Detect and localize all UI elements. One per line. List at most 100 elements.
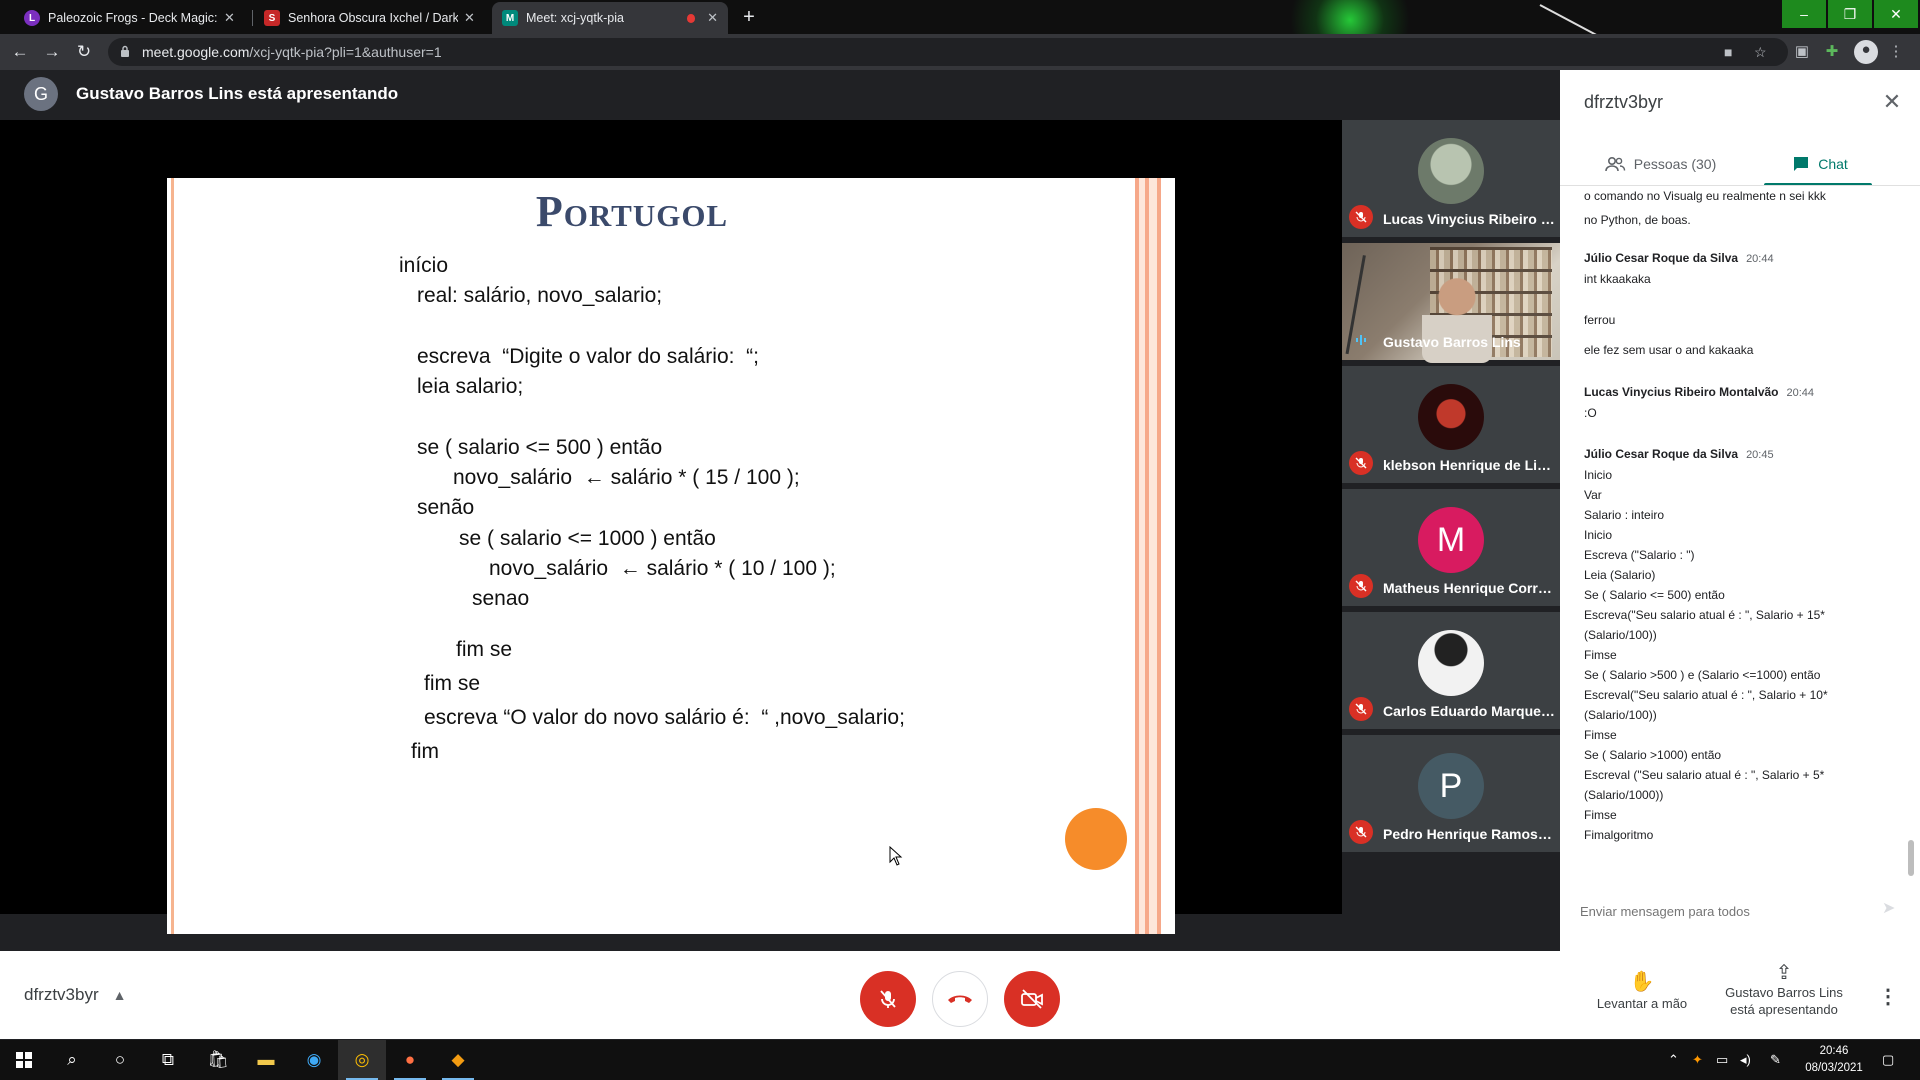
cortana-icon[interactable]: ○	[96, 1040, 144, 1080]
tray-chevron-up-icon[interactable]: ⌃	[1668, 1052, 1679, 1068]
system-clock[interactable]: 20:46 08/03/2021	[1800, 1043, 1868, 1077]
camera-blocked-icon[interactable]: ■	[1724, 44, 1732, 60]
meet-window: G Gustavo Barros Lins está apresentando …	[0, 70, 1920, 951]
meeting-controls-bar: dfrztv3byr ▲ ✋ Levantar a mão ⇪ Gustavo …	[0, 951, 1920, 1039]
leave-call-button[interactable]	[932, 971, 988, 1027]
mic-muted-icon	[1349, 451, 1373, 475]
recording-dot-icon	[686, 13, 696, 23]
chat-time: 20:45	[1746, 449, 1774, 461]
camera-toggle-button[interactable]	[1004, 971, 1060, 1027]
close-tab-icon[interactable]: ✕	[707, 10, 718, 26]
close-window-button[interactable]: ✕	[1874, 0, 1918, 28]
url-text: meet.google.com/xcj-yqtk-pia?pli=1&authu…	[142, 44, 442, 60]
chat-message: Júlio Cesar Roque da Silva 20:44 int kkaa…	[1584, 248, 1884, 289]
tab-chat[interactable]: Chat	[1740, 144, 1900, 186]
browser-tab-3[interactable]: M Meet: xcj-yqtk-pia ✕	[492, 2, 728, 34]
network-icon[interactable]: ▭	[1716, 1052, 1728, 1068]
raise-hand-button[interactable]: ✋ Levantar a mão	[1590, 969, 1694, 1011]
edge-browser-icon[interactable]: ◉	[290, 1040, 338, 1080]
meeting-details-button[interactable]: dfrztv3byr ▲	[24, 985, 127, 1005]
participant-avatar	[1418, 384, 1484, 450]
tray-app-icon[interactable]: ✦	[1692, 1052, 1703, 1068]
tab-people[interactable]: Pessoas (30)	[1580, 144, 1740, 184]
code-line: fim se	[424, 672, 481, 695]
puzzle-extension-icon[interactable]: ✚	[1822, 42, 1842, 62]
chrome-browser-icon[interactable]: ◎	[338, 1040, 386, 1080]
chat-input[interactable]	[1580, 900, 1860, 922]
side-panel: dfrztv3byr ✕ Pessoas (30) Chat o comando…	[1560, 70, 1920, 951]
wallpaper-streak	[1539, 4, 1620, 34]
participant-tile[interactable]: Lucas Vinycius Ribeiro M...	[1342, 120, 1560, 240]
address-bar: ← → ↻ meet.google.com/xcj-yqtk-pia?pli=1…	[0, 34, 1920, 70]
browser-tab-2[interactable]: S Senhora Obscura Ixchel / Darklor ✕	[254, 2, 490, 34]
chat-sender: Júlio Cesar Roque da Silva	[1584, 251, 1739, 265]
presentation-slide: Portugol início real: salário, novo_sala…	[167, 178, 1175, 934]
restore-window-button[interactable]: ❐	[1828, 0, 1872, 28]
back-arrow-icon[interactable]: ←	[10, 42, 30, 62]
chat-message-line: Se ( Salario >1000) então	[1584, 748, 1722, 762]
mic-muted-icon	[1349, 697, 1373, 721]
participant-name: Matheus Henrique Correi...	[1383, 580, 1555, 596]
close-panel-icon[interactable]: ✕	[1880, 90, 1904, 114]
participant-tile[interactable]: Carlos Eduardo Marque d...	[1342, 612, 1560, 732]
minimize-window-button[interactable]: –	[1782, 0, 1826, 28]
forward-arrow-icon[interactable]: →	[42, 42, 62, 62]
slide-decoration-dot	[1065, 808, 1127, 870]
presenting-label-line1: Gustavo Barros Lins	[1725, 985, 1843, 1000]
windows-taskbar: ⌕ ○ ⧉ 🛍 ▬ ◉ ◎ ● ◆ ⌃ ✦ ▭ ◂) ✎ 20:46 08/03…	[0, 1040, 1920, 1080]
game-app-icon[interactable]: ◆	[434, 1040, 482, 1080]
pen-icon[interactable]: ✎	[1770, 1052, 1781, 1068]
close-tab-icon[interactable]: ✕	[464, 10, 475, 26]
windows-start-icon[interactable]	[0, 1040, 48, 1080]
chat-message-line: (Salario/100))	[1584, 708, 1657, 722]
volume-icon[interactable]: ◂)	[1740, 1052, 1751, 1068]
extension-icon[interactable]: ▣	[1792, 42, 1812, 62]
chat-scrollbar[interactable]	[1908, 840, 1914, 876]
hand-icon: ✋	[1629, 971, 1655, 993]
participant-tile-video[interactable]: Gustavo Barros Lins	[1342, 243, 1560, 363]
reload-icon[interactable]: ↻	[74, 42, 94, 62]
url-field[interactable]: meet.google.com/xcj-yqtk-pia?pli=1&authu…	[108, 38, 1788, 66]
presenter-bar: G Gustavo Barros Lins está apresentando	[0, 70, 1560, 118]
presenter-text: Gustavo Barros Lins está apresentando	[76, 84, 399, 103]
more-options-icon[interactable]: ⋮	[1878, 985, 1898, 1009]
raise-hand-label: Levantar a mão	[1596, 996, 1688, 1011]
lock-icon	[121, 45, 129, 57]
chat-message: Júlio Cesar Roque da Silva 20:45 Inicio V…	[1584, 444, 1884, 845]
task-view-icon[interactable]: ⧉	[144, 1040, 192, 1080]
bookmark-star-icon[interactable]: ☆	[1754, 44, 1767, 61]
chat-message: ele fez sem usar o and kakaaka	[1584, 340, 1884, 360]
chat-message-line: (Salario/100))	[1584, 628, 1657, 642]
store-icon[interactable]: 🛍	[194, 1040, 242, 1080]
tab-favicon-icon: M	[502, 10, 518, 26]
chat-message-line: Fimse	[1584, 648, 1617, 662]
chat-message-line: Se ( Salario <= 500) então	[1584, 588, 1725, 602]
browser-tab-1[interactable]: L Paleozoic Frogs - Deck Magic: Th ✕	[14, 2, 250, 34]
microphone-toggle-button[interactable]	[860, 971, 916, 1027]
chat-message-line: Inicio	[1584, 468, 1613, 482]
send-message-icon[interactable]: ➤	[1882, 898, 1902, 918]
chevron-up-icon: ▲	[112, 987, 127, 1003]
chat-time: 20:44	[1786, 387, 1815, 399]
code-line: escreva “O valor do novo salário é: “ ,n…	[424, 706, 905, 729]
close-tab-icon[interactable]: ✕	[224, 10, 235, 26]
code-line: senao	[472, 587, 530, 610]
participant-tile[interactable]: P Pedro Henrique Ramos d...	[1342, 735, 1560, 855]
chat-message-text: ele fez sem usar o and kakaaka	[1584, 343, 1754, 357]
participant-tiles: Lucas Vinycius Ribeiro M... Gustavo Barr…	[1342, 120, 1560, 856]
search-icon[interactable]: ⌕	[48, 1040, 96, 1080]
new-tab-button[interactable]: +	[738, 6, 760, 28]
participant-name: Carlos Eduardo Marque d...	[1383, 703, 1555, 719]
presentation-button[interactable]: ⇪ Gustavo Barros Lins está apresentando	[1714, 963, 1854, 1018]
browser-menu-icon[interactable]: ⋮	[1886, 42, 1906, 62]
file-explorer-icon[interactable]: ▬	[242, 1040, 290, 1080]
chat-message-line: Fimse	[1584, 808, 1617, 822]
participant-tile[interactable]: M Matheus Henrique Correi...	[1342, 489, 1560, 609]
notifications-icon[interactable]: ▢	[1882, 1052, 1894, 1068]
recorder-app-icon[interactable]: ●	[386, 1040, 434, 1080]
participant-tile[interactable]: klebson Henrique de Lima	[1342, 366, 1560, 486]
presenter-avatar: G	[24, 77, 58, 111]
code-line: novo_salário ← salário * ( 10 / 100 );	[489, 557, 836, 580]
tab-favicon-icon: L	[24, 10, 40, 26]
profile-avatar-icon[interactable]: ●	[1854, 40, 1878, 64]
